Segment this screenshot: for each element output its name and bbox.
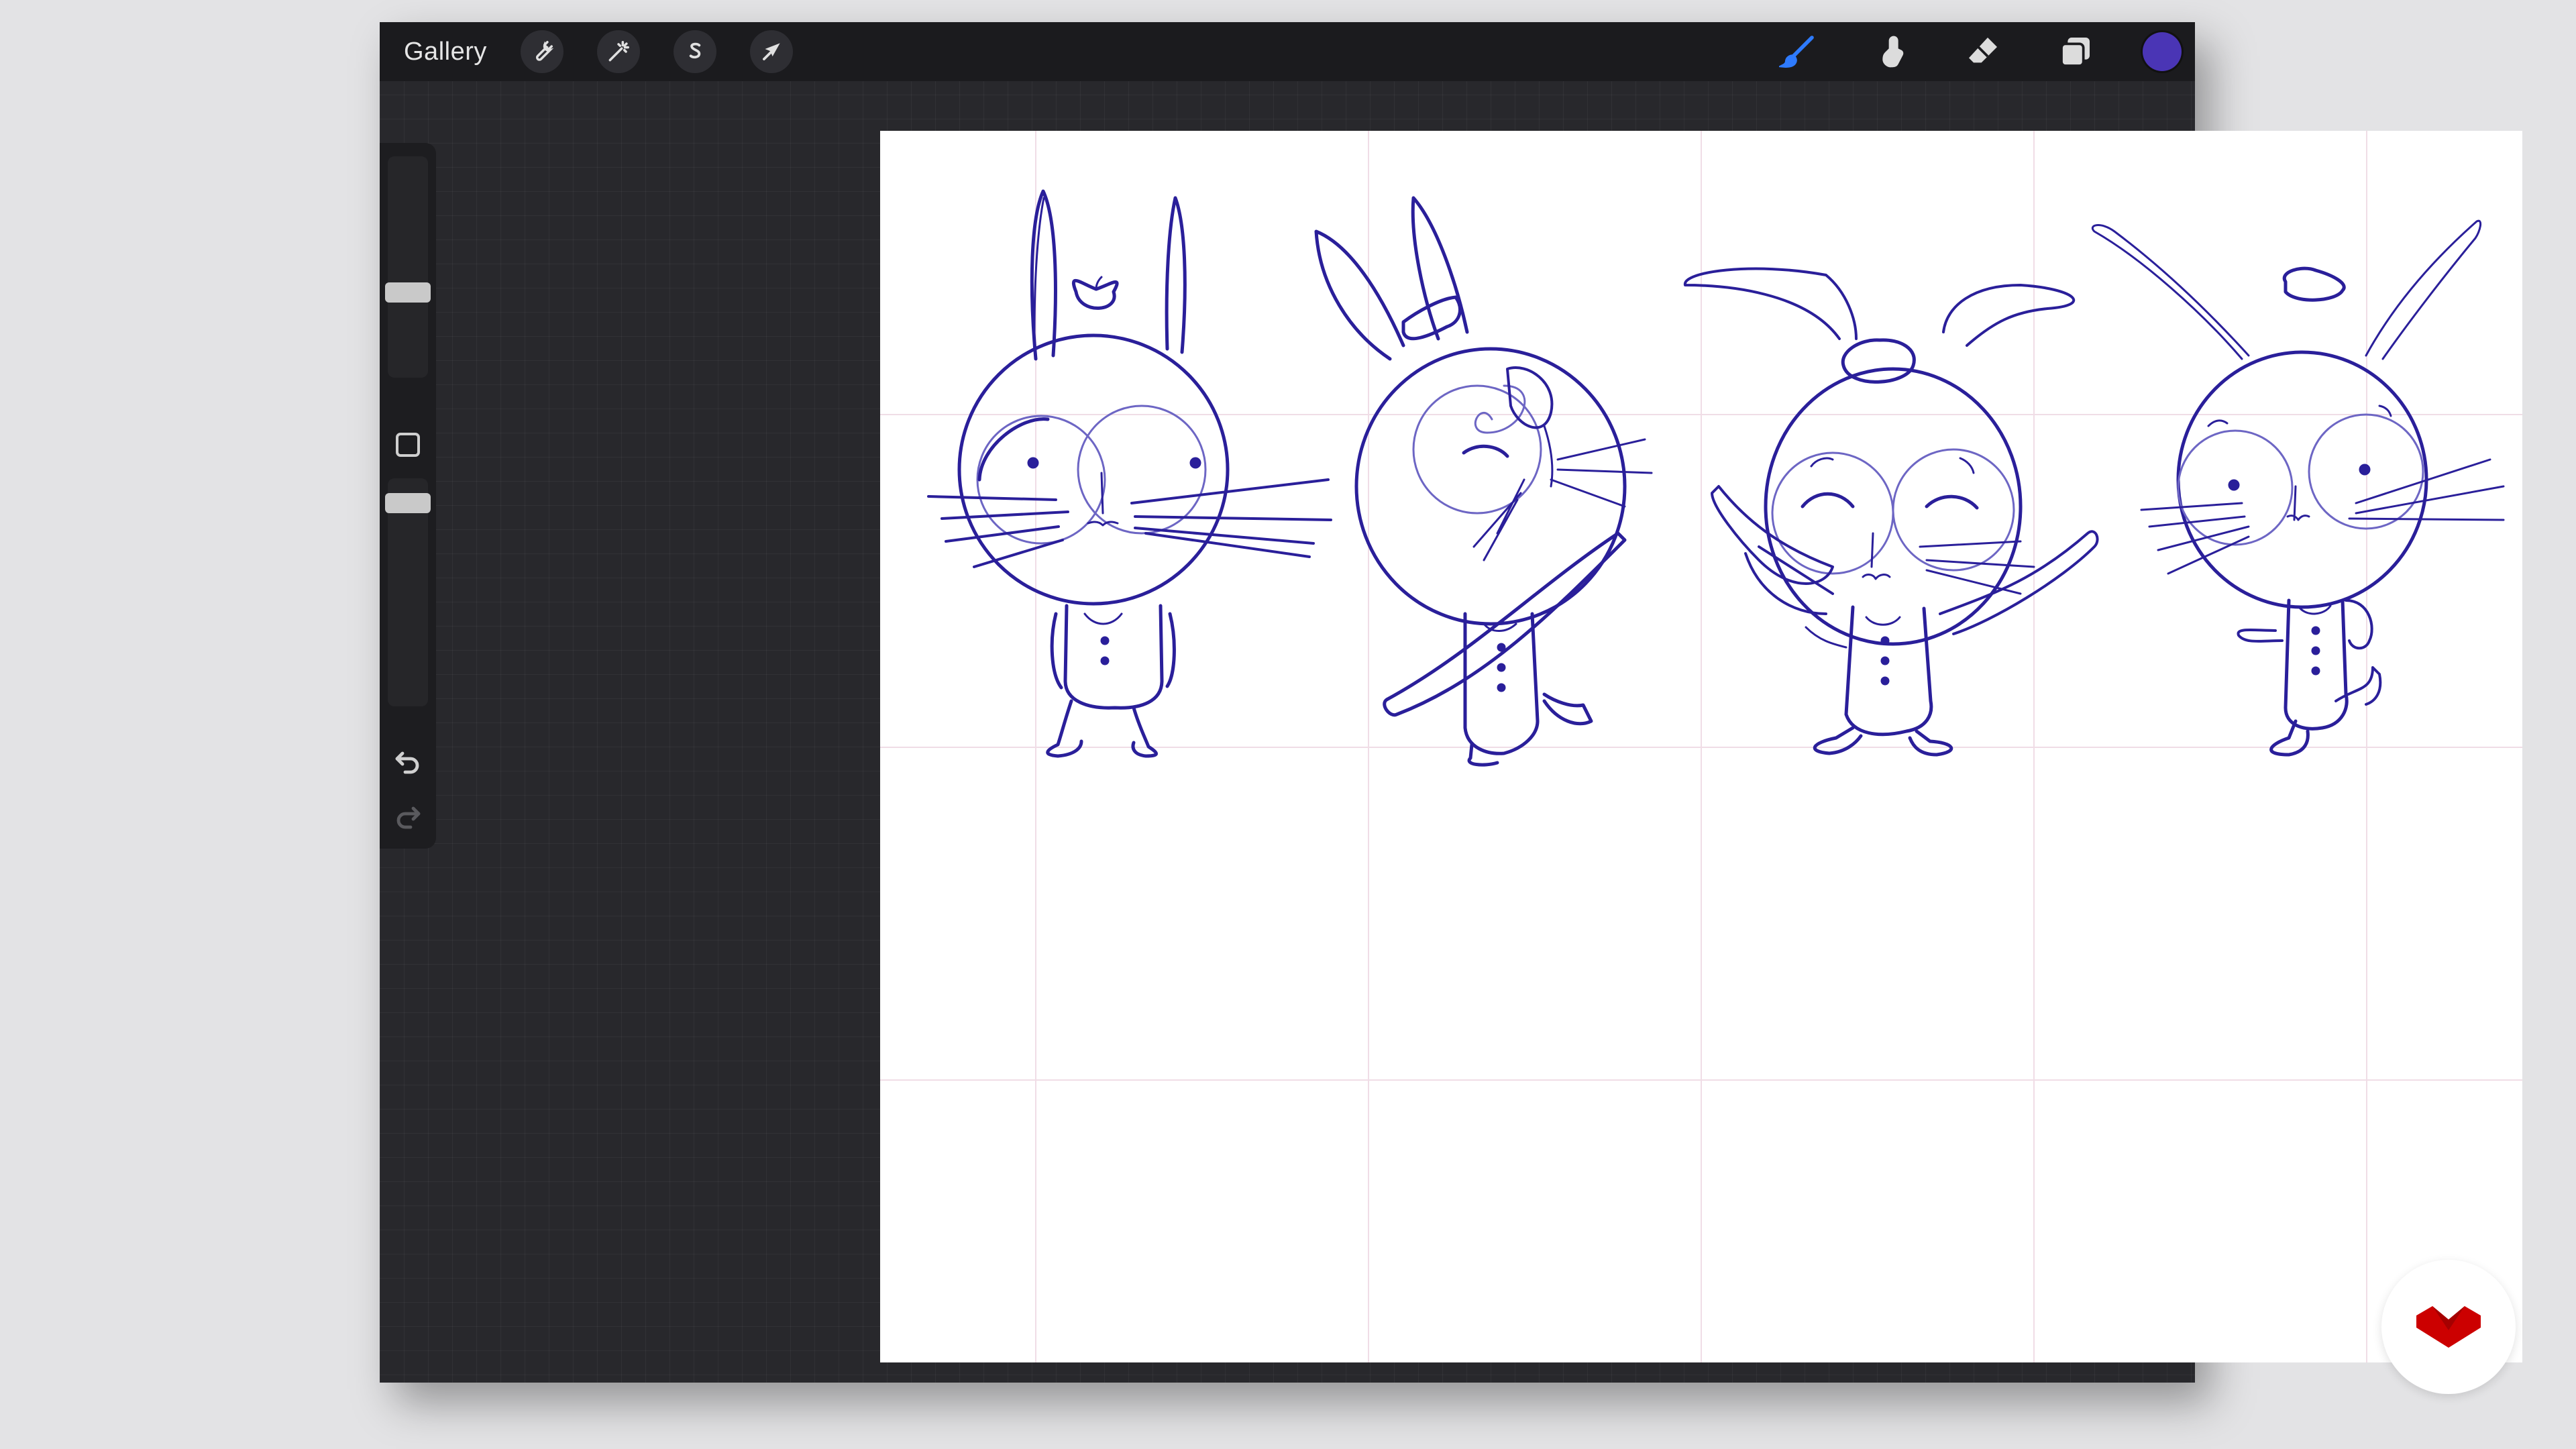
bunny-sketch-2 xyxy=(1314,196,1653,767)
drawing-canvas[interactable] xyxy=(880,131,2522,1362)
brush-size-slider[interactable] xyxy=(385,156,431,378)
top-toolbar: Gallery xyxy=(380,22,2195,81)
right-toolset xyxy=(1732,22,2182,81)
eraser-tool-button[interactable] xyxy=(1956,25,2010,78)
selection-button[interactable] xyxy=(673,30,716,73)
undo-icon[interactable] xyxy=(392,747,424,779)
magic-wand-icon xyxy=(608,41,629,62)
bunny-sketch-1 xyxy=(927,189,1332,758)
canvas-drawing xyxy=(880,131,2522,1362)
redo-icon[interactable] xyxy=(392,802,424,834)
red-chevron-logo-icon xyxy=(2416,1306,2481,1348)
eraser-icon xyxy=(1969,38,1997,63)
gallery-button[interactable]: Gallery xyxy=(404,38,487,66)
brush-icon xyxy=(1779,36,1814,68)
layers-button[interactable] xyxy=(2049,25,2102,78)
layers-icon xyxy=(2060,38,2090,67)
bunny-sketch-4 xyxy=(2092,219,2505,757)
brand-logo-badge xyxy=(2381,1260,2516,1394)
brush-size-thumb[interactable] xyxy=(385,282,431,303)
smudge-finger-icon xyxy=(1882,36,1904,68)
color-picker-button[interactable] xyxy=(2143,32,2182,71)
procreate-window: Gallery xyxy=(380,22,2522,1383)
brush-opacity-thumb[interactable] xyxy=(385,493,431,513)
wrench-icon xyxy=(535,41,554,61)
smudge-tool-button[interactable] xyxy=(1864,25,1917,78)
transform-button[interactable] xyxy=(749,30,793,73)
left-sidebar xyxy=(380,143,436,849)
arrow-cursor-icon xyxy=(762,43,780,60)
adjustments-button[interactable] xyxy=(596,30,640,73)
brush-tool-button[interactable] xyxy=(1771,25,1825,78)
actions-button[interactable] xyxy=(520,30,564,73)
bunny-sketch-3 xyxy=(1683,267,2099,757)
selection-s-icon xyxy=(689,42,701,59)
drawing-guide-grid xyxy=(880,131,2522,1362)
brush-opacity-slider[interactable] xyxy=(385,478,431,706)
square-modify-icon[interactable] xyxy=(396,433,420,457)
